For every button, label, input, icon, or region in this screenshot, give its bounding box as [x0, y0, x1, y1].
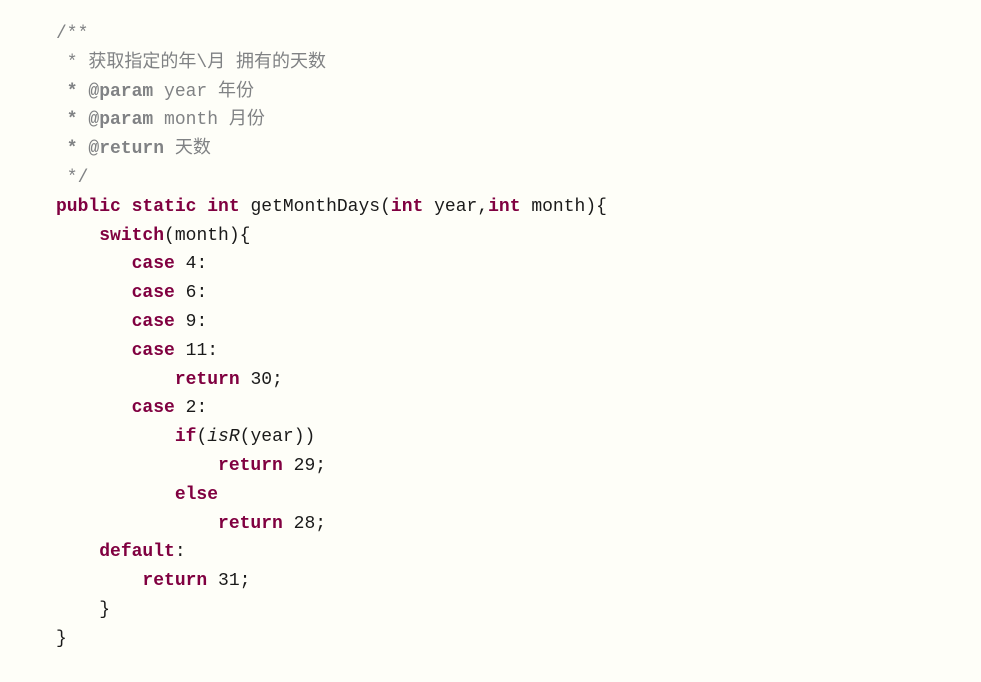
javadoc-param-name: month — [153, 110, 218, 130]
javadoc-open: /** — [56, 24, 88, 44]
paren-close: ) — [305, 427, 316, 447]
kw-switch: switch — [99, 226, 164, 246]
switch-expr: month — [175, 226, 229, 246]
javadoc-close: */ — [56, 168, 88, 188]
case-11: 11: — [175, 341, 218, 361]
case-6: 6: — [175, 283, 207, 303]
kw-case: case — [132, 341, 175, 361]
javadoc-param-tag: * @param — [56, 110, 153, 130]
brace-open: { — [240, 226, 251, 246]
kw-case: case — [132, 254, 175, 274]
kw-case: case — [132, 283, 175, 303]
kw-return: return — [142, 571, 207, 591]
javadoc-param-name: year — [153, 82, 207, 102]
javadoc-return-desc: 天数 — [164, 139, 211, 159]
javadoc-param-desc: 年份 — [207, 82, 254, 102]
kw-return: return — [175, 370, 240, 390]
value-30: 30; — [240, 370, 283, 390]
paren-open: ( — [196, 427, 207, 447]
isR-call: isR — [207, 427, 239, 447]
kw-case: case — [132, 398, 175, 418]
kw-return: return — [218, 456, 283, 476]
kw-static: static — [132, 197, 197, 217]
case-9: 9: — [175, 312, 207, 332]
kw-int: int — [488, 197, 520, 217]
case-4: 4: — [175, 254, 207, 274]
paren-open: ( — [380, 197, 391, 217]
javadoc-param-tag: * @param — [56, 82, 153, 102]
method-name: getMonthDays — [250, 197, 380, 217]
method-close: } — [56, 629, 67, 649]
paren-close: ) — [585, 197, 596, 217]
javadoc-param-desc: 月份 — [218, 110, 265, 130]
kw-int: int — [391, 197, 423, 217]
kw-case: case — [132, 312, 175, 332]
javadoc-return-tag: * @return — [56, 139, 164, 159]
brace-open: { — [596, 197, 607, 217]
default-colon: : — [175, 542, 186, 562]
paren-close: ) — [229, 226, 240, 246]
kw-else: else — [175, 485, 218, 505]
value-29: 29; — [283, 456, 326, 476]
case-2: 2: — [175, 398, 207, 418]
javadoc-desc: * 获取指定的年\月 拥有的天数 — [56, 53, 326, 73]
kw-default: default — [99, 542, 175, 562]
value-28: 28; — [283, 514, 326, 534]
kw-if: if — [175, 427, 197, 447]
paren-open: ( — [240, 427, 251, 447]
param-month: month — [521, 197, 586, 217]
paren-close: ) — [294, 427, 305, 447]
code-block: /** * 获取指定的年\月 拥有的天数 * @param year 年份 * … — [0, 0, 981, 674]
kw-return: return — [218, 514, 283, 534]
value-31: 31; — [207, 571, 250, 591]
kw-public: public — [56, 197, 121, 217]
paren-open: ( — [164, 226, 175, 246]
param-year: year, — [423, 197, 488, 217]
isR-arg: year — [250, 427, 293, 447]
switch-close: } — [56, 600, 110, 620]
kw-int: int — [207, 197, 239, 217]
